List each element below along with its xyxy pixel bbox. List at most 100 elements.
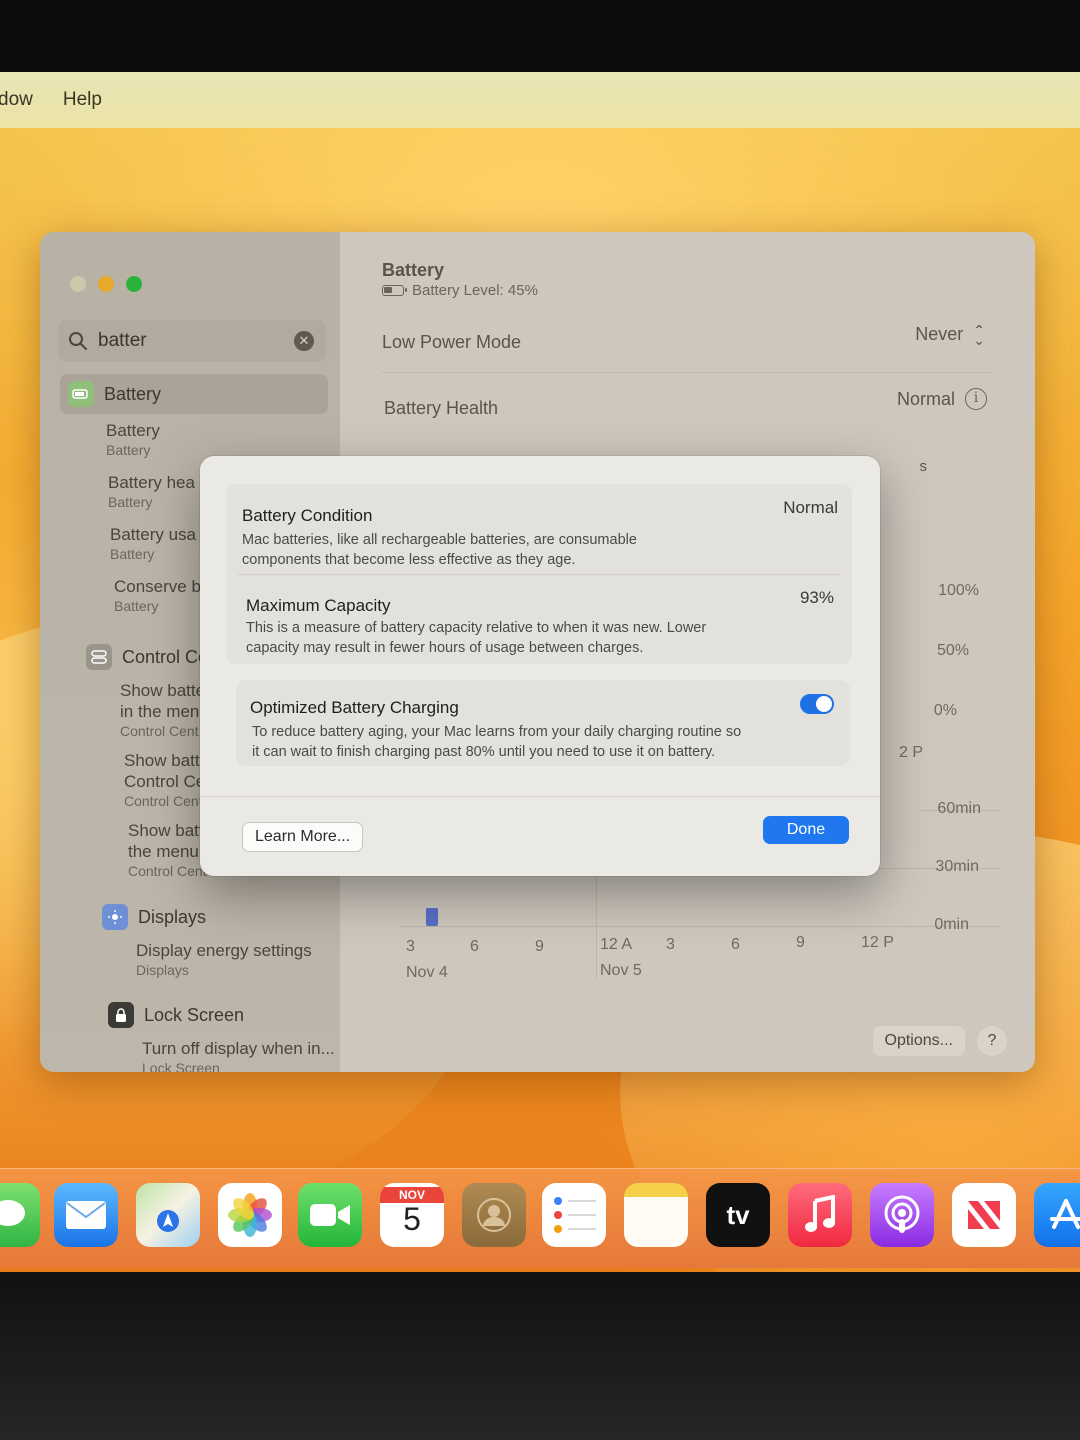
battery-health-sheet: Battery Condition Normal Mac batteries, …	[200, 456, 880, 876]
battery-level-text: Battery Level: 45%	[412, 282, 538, 299]
reminders-icon[interactable]	[542, 1183, 606, 1247]
menu-help[interactable]: Help	[63, 89, 102, 111]
sidebar-item-battery[interactable]: Battery	[60, 374, 328, 414]
done-button[interactable]: Done	[763, 816, 849, 844]
music-icon[interactable]	[788, 1183, 852, 1247]
calendar-icon[interactable]: NOV 5	[380, 1183, 444, 1247]
battery-health-value-row: Normal i	[897, 388, 987, 410]
usage-tick-0: 0min	[934, 916, 969, 933]
menu-bar: dow Help	[0, 72, 1080, 128]
desc-line: components that become less effective as…	[242, 552, 576, 568]
notes-icon[interactable]	[624, 1183, 688, 1247]
level-tick-0: 0%	[933, 702, 957, 719]
x-tick: 6	[731, 936, 740, 953]
search-result[interactable]: Battery Battery	[106, 420, 336, 459]
lock-icon	[108, 1002, 134, 1028]
search-result[interactable]: Show batte in the menu Control Cent	[120, 680, 212, 740]
app-store-icon[interactable]	[1034, 1183, 1080, 1247]
facetime-icon[interactable]	[298, 1183, 362, 1247]
tv-icon[interactable]: tv	[706, 1183, 770, 1247]
sidebar-item-lock-screen[interactable]: Lock Screen	[108, 1002, 244, 1028]
day-divider	[596, 868, 597, 978]
battery-icon	[68, 381, 94, 407]
info-icon[interactable]: i	[965, 388, 987, 410]
calendar-day: 5	[403, 1201, 421, 1237]
grid-line	[400, 926, 1000, 927]
clear-search-icon[interactable]: ✕	[294, 331, 314, 351]
sidebar-item-label: Battery	[104, 383, 162, 404]
low-power-mode-select[interactable]: Never ⌃ ⌄	[915, 321, 985, 348]
desc-line: Mac batteries, like all rechargeable bat…	[242, 532, 637, 548]
search-result[interactable]: Conserve b Battery	[114, 576, 208, 615]
photos-icon[interactable]	[218, 1183, 282, 1247]
search-result[interactable]: Display energy settings Displays	[136, 940, 356, 979]
result-title: Turn off display when in...	[142, 1039, 335, 1058]
pane-title: Battery	[382, 260, 445, 280]
date-label: Nov 5	[600, 962, 642, 979]
level-tick-100: 100%	[938, 582, 979, 599]
x-tick: 12 A	[600, 936, 633, 953]
contacts-icon[interactable]	[462, 1183, 526, 1247]
sidebar-item-displays[interactable]: Displays	[102, 904, 206, 930]
battery-condition-value: Normal	[783, 498, 838, 517]
dock: NOV 5 tv	[0, 1168, 1080, 1268]
optimized-charging-title: Optimized Battery Charging	[250, 698, 459, 717]
minimize-window-button[interactable]	[98, 276, 114, 292]
maps-icon[interactable]	[136, 1183, 200, 1247]
sidebar-item-control-center[interactable]: Control Ce	[86, 644, 202, 670]
desc-line: capacity may result in fewer hours of us…	[246, 640, 644, 656]
battery-condition-title: Battery Condition	[242, 506, 373, 525]
search-result[interactable]: Battery hea Battery	[108, 472, 202, 511]
sidebar-item-label: Control Ce	[122, 646, 202, 667]
x-tick: 6	[470, 938, 479, 955]
x-tick: 3	[666, 936, 675, 953]
desc-line: To reduce battery aging, your Mac learns…	[252, 724, 742, 740]
health-info-group: Battery Condition Normal Mac batteries, …	[226, 484, 852, 664]
search-result[interactable]: Battery usa Battery	[110, 524, 204, 563]
result-title: Battery usa	[110, 525, 196, 544]
optimized-charging-toggle[interactable]	[800, 694, 834, 714]
x-tick: 3	[406, 938, 415, 955]
search-icon	[69, 332, 87, 350]
level-tick-50: 50%	[936, 642, 969, 659]
help-button[interactable]: ?	[977, 1026, 1007, 1056]
search-field[interactable]: ✕	[58, 320, 326, 362]
low-power-mode-value: Never	[915, 324, 964, 344]
search-input[interactable]	[98, 330, 288, 352]
level-x-tick: 2 P	[898, 744, 923, 761]
desc-line: This is a measure of battery capacity re…	[246, 620, 707, 636]
options-button[interactable]: Options...	[872, 1026, 965, 1056]
usage-tick-30: 30min	[935, 858, 979, 875]
stepper-chevron-icon: ⌃ ⌄	[973, 321, 985, 348]
result-subtitle: Battery	[110, 546, 155, 562]
podcasts-icon[interactable]	[870, 1183, 934, 1247]
sidebar-item-label: Lock Screen	[144, 1004, 245, 1025]
result-subtitle: Control Cent	[120, 723, 199, 739]
desc-line: it can wait to finish charging past 80% …	[252, 744, 716, 760]
result-title: Display energy settings	[136, 941, 312, 960]
menu-window[interactable]: dow	[0, 89, 33, 111]
window-controls	[70, 276, 142, 292]
maximum-capacity-title: Maximum Capacity	[246, 596, 391, 615]
news-icon[interactable]	[952, 1183, 1016, 1247]
search-result[interactable]: Turn off display when in... Lock Screen	[142, 1038, 362, 1072]
x-tick: 9	[535, 938, 544, 955]
battery-health-label: Battery Health	[384, 398, 499, 418]
zoom-window-button[interactable]	[126, 276, 142, 292]
control-center-icon	[86, 644, 112, 670]
mail-icon[interactable]	[54, 1183, 118, 1247]
messages-icon[interactable]	[0, 1183, 40, 1247]
tv-label: tv	[726, 1199, 750, 1230]
maximum-capacity-desc: This is a measure of battery capacity re…	[246, 618, 786, 658]
displays-icon	[102, 904, 128, 930]
close-window-button[interactable]	[70, 276, 86, 292]
result-subtitle: Displays	[136, 962, 189, 978]
low-power-mode-label: Low Power Mode	[382, 332, 522, 352]
battery-health-value: Normal	[896, 388, 955, 409]
learn-more-button[interactable]: Learn More...	[242, 822, 364, 852]
usage-bar	[426, 908, 438, 926]
optimized-charging-row: Optimized Battery Charging To reduce bat…	[236, 680, 850, 766]
display-bezel	[0, 1272, 1080, 1440]
result-title: Conserve b	[114, 577, 201, 596]
battery-level-status: Battery Level: 45%	[382, 282, 538, 299]
